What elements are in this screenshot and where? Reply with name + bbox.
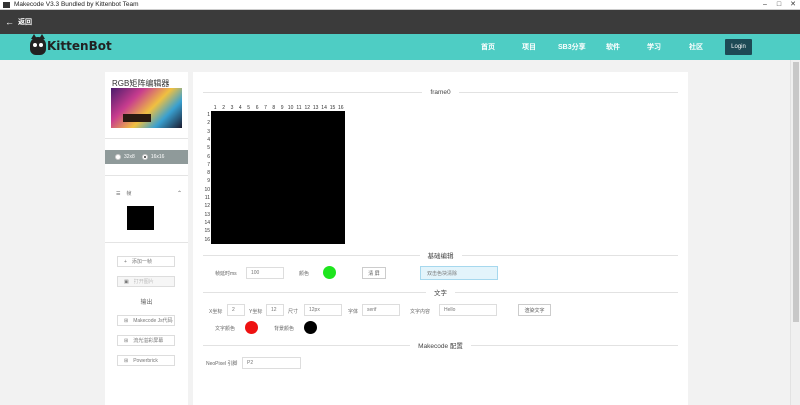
nav-menu: 首页 项目 SB3分享 软件 学习 社区 — [0, 34, 800, 60]
makecode-config-header: Makecode 配置 — [203, 341, 679, 350]
font-size-input[interactable]: 12px — [304, 304, 342, 316]
frames-header[interactable]: ☰ 帧 ⌃ — [116, 190, 182, 198]
row-number: 11 — [204, 195, 210, 201]
row-number: 12 — [204, 203, 210, 210]
radio-label-16x16: 16x16 — [150, 154, 165, 160]
y-coordinate-input[interactable]: 12 — [266, 304, 284, 316]
divider — [105, 175, 188, 176]
flow-screen-button[interactable]: ⊞ 流光溢彩屏幕 — [117, 335, 175, 346]
editor-sidebar: RGB矩阵编辑器 32x8 16x16 ☰ 帧 ⌃ + 添加一帧 ▣ 打开图片 … — [105, 72, 188, 405]
nav-item-software[interactable]: 软件 — [606, 42, 620, 52]
maximize-icon[interactable]: □ — [772, 0, 786, 9]
open-image-button[interactable]: ▣ 打开图片 — [117, 276, 175, 287]
font-label: 字体 — [348, 309, 359, 315]
bg-color-swatch[interactable] — [304, 321, 317, 334]
row-number: 15 — [204, 228, 210, 235]
minimize-icon[interactable]: – — [758, 0, 772, 9]
row-numbers: 1 2 3 4 5 6 7 8 9 10 11 12 13 14 15 16 — [202, 112, 211, 244]
radio-32x8[interactable] — [115, 154, 121, 160]
frame-title: frame0 — [430, 88, 451, 96]
row-number: 16 — [204, 236, 210, 243]
neopixel-pin-input[interactable]: P2 — [242, 357, 301, 369]
chevron-up-icon[interactable]: ⌃ — [177, 190, 182, 197]
app-icon — [3, 1, 10, 8]
color-picker-swatch[interactable] — [323, 266, 336, 279]
row-number: 3 — [207, 128, 210, 135]
radio-label-32x8: 32x8 — [124, 154, 135, 160]
top-navbar: KittenBot 首页 项目 SB3分享 软件 学习 社区 Login — [0, 34, 800, 60]
nav-item-projects[interactable]: 项目 — [522, 42, 536, 52]
row-number: 4 — [207, 136, 210, 143]
nav-item-learn[interactable]: 学习 — [647, 42, 661, 52]
text-color-swatch[interactable] — [245, 321, 258, 334]
close-icon[interactable]: ✕ — [786, 0, 800, 9]
back-arrow-icon[interactable]: ← — [5, 17, 14, 27]
editor-cover-image — [111, 88, 182, 128]
neopixel-pin-label: NeoPixel 引脚 — [206, 361, 238, 367]
row-number: 13 — [204, 211, 210, 218]
led-matrix-canvas[interactable] — [211, 111, 345, 244]
editor-main: frame0 1 2 3 4 5 6 7 8 9 10 11 12 13 14 … — [193, 72, 688, 405]
frame-delay-input[interactable]: 100 — [246, 267, 284, 279]
row-number: 1 — [207, 112, 210, 118]
text-section-title: 文字 — [434, 290, 447, 297]
row-number: 8 — [207, 170, 210, 177]
window-controls: – □ ✕ — [758, 0, 800, 9]
nav-item-sb3-share[interactable]: SB3分享 — [558, 42, 586, 52]
back-button[interactable]: 返回 — [18, 17, 32, 27]
frame-section-header: frame0 — [203, 88, 679, 96]
output-section-title: 输出 — [140, 300, 153, 306]
back-bar: ← 返回 — [0, 10, 800, 34]
windows-icon: ⊞ — [124, 357, 129, 364]
image-icon: ▣ — [124, 278, 129, 285]
text-content-label: 文字内容 — [410, 309, 431, 315]
row-number: 9 — [207, 178, 210, 185]
frame-delay-label: 帧延时ms — [215, 271, 237, 277]
y-coordinate-label: Y坐标 — [249, 309, 263, 315]
matrix-size-selector: 32x8 16x16 — [105, 150, 188, 164]
divider — [105, 138, 188, 139]
basic-edit-header: 基础编辑 — [203, 251, 678, 260]
color-label: 颜色 — [299, 271, 310, 277]
row-number: 5 — [207, 145, 210, 152]
row-number: 2 — [207, 120, 210, 127]
divider — [105, 242, 188, 243]
x-coordinate-label: X坐标 — [209, 309, 223, 315]
radio-16x16[interactable] — [141, 154, 148, 160]
windows-icon: ⊞ — [124, 337, 129, 344]
text-content-input[interactable]: Hello — [439, 304, 497, 316]
plus-icon: + — [124, 258, 127, 265]
row-number: 6 — [207, 153, 210, 160]
text-color-label: 文字颜色 — [215, 326, 236, 332]
makecode-js-button[interactable]: ⊞ Makecode Js代码 — [117, 315, 175, 326]
font-family-input[interactable]: serif — [362, 304, 400, 316]
row-number: 10 — [204, 186, 210, 193]
frames-list-icon: ☰ — [116, 190, 121, 197]
scrollbar-thumb[interactable] — [793, 62, 799, 322]
page-scrollbar[interactable] — [790, 60, 800, 405]
frame-thumbnail[interactable] — [127, 206, 154, 230]
row-number: 14 — [204, 219, 210, 226]
clear-screen-button[interactable]: 清 屏 — [362, 267, 386, 279]
frames-label: 帧 — [126, 191, 132, 197]
size-label: 尺寸 — [288, 309, 299, 315]
nav-item-community[interactable]: 社区 — [689, 42, 703, 52]
window-title: Makecode V3.3 Bundled by Kittenbot Team — [14, 1, 139, 8]
text-section-header: 文字 — [203, 288, 678, 297]
window-titlebar: Makecode V3.3 Bundled by Kittenbot Team … — [0, 0, 800, 10]
bg-color-label: 背景颜色 — [274, 326, 295, 332]
windows-icon: ⊞ — [124, 317, 129, 324]
add-frame-button[interactable]: + 添加一帧 — [117, 256, 175, 267]
login-button[interactable]: Login — [725, 39, 752, 55]
double-click-clear-field[interactable]: 双击色块清除 — [420, 266, 498, 280]
makecode-config-title: Makecode 配置 — [418, 343, 463, 350]
render-text-button[interactable]: 渲染文字 — [518, 304, 551, 316]
basic-edit-title: 基础编辑 — [427, 253, 454, 260]
row-number: 7 — [207, 161, 210, 168]
powerbrick-button[interactable]: ⊞ Powerbrick — [117, 355, 175, 366]
nav-item-home[interactable]: 首页 — [481, 42, 495, 52]
x-coordinate-input[interactable]: 2 — [227, 304, 245, 316]
